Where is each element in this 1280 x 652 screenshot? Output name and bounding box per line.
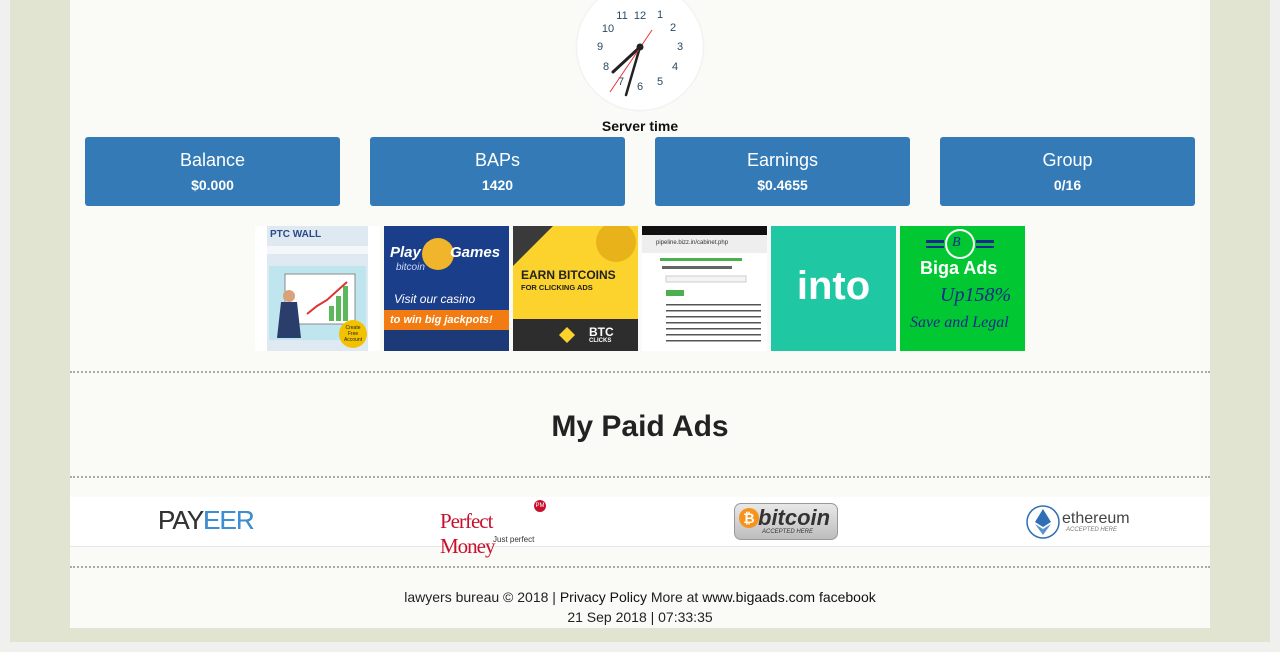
bigaads-up: Up158%: [940, 284, 1012, 306]
more-at-text: More at: [650, 589, 699, 605]
divider: [70, 371, 1210, 373]
casino-bitcoin: bitcoin: [396, 262, 425, 273]
banner-btcclicks[interactable]: EARN BITCOINS FOR CLICKING ADS BTC CLICK…: [513, 226, 638, 351]
stat-value: $0.000: [191, 177, 234, 193]
bitcoin-icon: ₿: [739, 508, 759, 528]
btcclicks-brand-sub: CLICKS: [589, 338, 612, 344]
banner-bigaads[interactable]: B Biga Ads Up158% Save and Legal: [900, 226, 1025, 351]
perfect-money-logo: Perfect Money Just perfect PM: [438, 497, 550, 558]
bigaads-tagline: Save and Legal: [910, 314, 1009, 331]
stat-title: Balance: [179, 150, 246, 170]
btcclicks-clicking: FOR CLICKING ADS: [521, 283, 593, 292]
ptcwall-logo: PTC WALL: [270, 229, 322, 240]
server-clock: 12 1 2 3 4 5 6 7 8 9 10 11: [577, 0, 703, 110]
btcclicks-earn: EARN BITCOINS: [521, 268, 616, 282]
ptcwall-badge: Create Free Account: [343, 325, 363, 343]
site-link[interactable]: www.bigaads.com: [702, 589, 815, 605]
balance-button[interactable]: Balance $0.000: [85, 137, 340, 206]
payeer-logo: PAYEER PAYEER: [158, 505, 255, 535]
privacy-policy-link[interactable]: Privacy Policy: [560, 589, 647, 605]
bitcoin-logo: ₿ bitcoin ACCEPTED HERE: [732, 497, 838, 547]
stat-title: Earnings: [746, 150, 819, 170]
ethereum-logo: ethereum ACCEPTED HERE: [1026, 497, 1130, 547]
earnings-button[interactable]: Earnings $0.4655: [655, 137, 910, 206]
facebook-link[interactable]: facebook: [819, 589, 876, 605]
casino-play: Play: [390, 244, 421, 261]
divider: [70, 476, 1210, 478]
stat-value: $0.4655: [757, 177, 808, 193]
btcclicks-brand: BTC: [589, 325, 614, 339]
baps-button[interactable]: BAPs 1420: [370, 137, 625, 206]
divider: [70, 566, 1210, 568]
copyright-text: lawyers bureau © 2018 |: [404, 589, 556, 605]
into-text: into: [796, 264, 871, 308]
group-button[interactable]: Group 0/16: [940, 137, 1195, 206]
banner-casino[interactable]: Play Games bitcoin Visit our casino to w…: [384, 226, 509, 351]
banner-screenshot[interactable]: pipeline.bizz.in/cabinet.php: [642, 226, 767, 351]
paid-ads-title: My Paid Ads: [551, 410, 729, 443]
bigaads-title: Biga Ads: [920, 258, 998, 278]
bigaads-letter: B: [952, 235, 961, 250]
payment-methods: PAYEER PAYEER Perfect Money Just perfect…: [70, 497, 1210, 558]
casino-visit: Visit our casino: [394, 292, 476, 306]
stat-title: BAPs: [474, 150, 521, 170]
screenshot-url: pipeline.bizz.in/cabinet.php: [656, 240, 729, 246]
footer-links: lawyers bureau © 2018 | Privacy Policy M…: [70, 589, 1210, 605]
stat-value: 1420: [481, 177, 514, 193]
stat-value: 0/16: [1053, 177, 1082, 193]
ethereum-icon: [1026, 505, 1060, 539]
banner-ptcwall[interactable]: PTC WALL Create Free Account: [255, 226, 380, 351]
stat-title: Group: [1042, 150, 1093, 170]
casino-jackpots: to win big jackpots!: [390, 314, 493, 326]
server-time-label: Server time: [601, 118, 679, 134]
clock-hands: [609, 29, 653, 97]
footer-datetime: 21 Sep 2018 | 07:33:35: [567, 609, 713, 625]
banner-into[interactable]: into: [771, 226, 896, 351]
casino-games: Games: [450, 244, 501, 261]
